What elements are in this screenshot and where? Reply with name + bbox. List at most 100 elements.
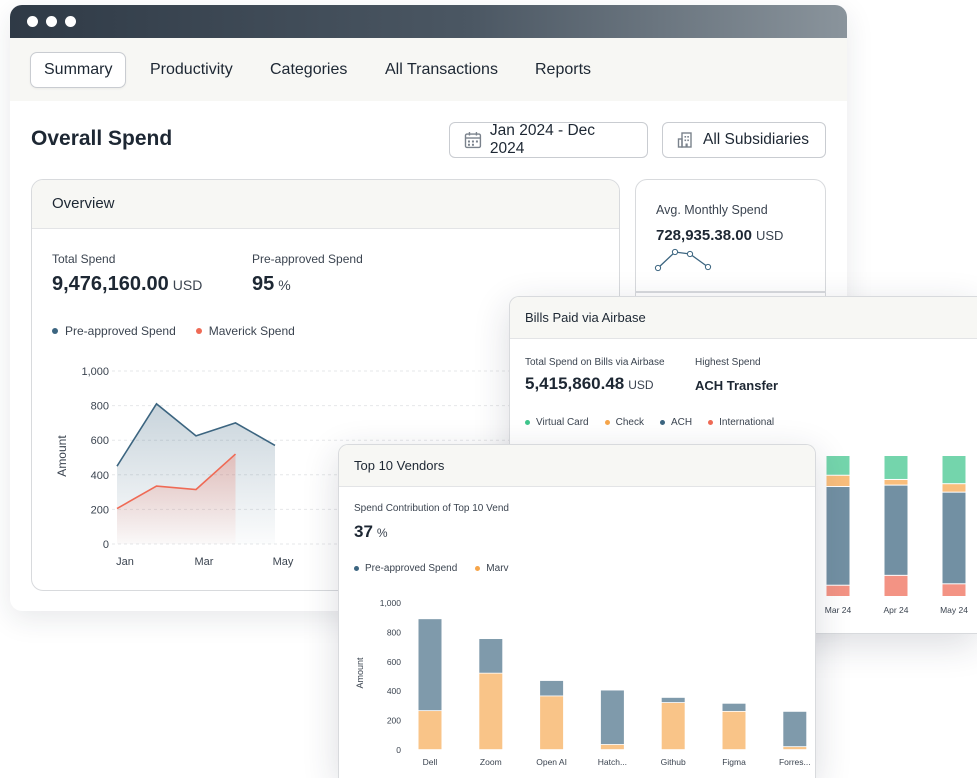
bar-segment bbox=[540, 680, 564, 696]
subsidiary-filter-button[interactable]: All Subsidiaries bbox=[662, 122, 826, 158]
overview-legend: Pre-approved Spend Maverick Spend bbox=[52, 324, 295, 338]
window-dot-minimize[interactable] bbox=[46, 16, 57, 27]
bar-segment bbox=[942, 584, 966, 596]
legend-item-preapproved[interactable]: Pre-approved Spend bbox=[354, 563, 457, 574]
x-tick-label: Dell bbox=[423, 757, 438, 767]
bar-segment bbox=[600, 690, 624, 745]
preapproved-spend-amount: 95 bbox=[252, 273, 275, 295]
tab-categories[interactable]: Categories bbox=[256, 52, 361, 88]
vendors-stacked-bar-chart: 0 200 400 600 800 1,000 Amount Dell Zoom Open AI H… bbox=[355, 598, 811, 767]
bar-segment bbox=[783, 747, 807, 750]
bar-segment bbox=[722, 703, 746, 711]
tab-summary[interactable]: Summary bbox=[30, 52, 127, 88]
bills-total-unit: USD bbox=[628, 378, 654, 392]
legend-item-international[interactable]: International bbox=[708, 417, 774, 428]
highest-spend-value: ACH Transfer bbox=[695, 378, 779, 393]
bar-segment bbox=[479, 639, 503, 673]
bills-total-label: Total Spend on Bills via Airbase bbox=[525, 357, 665, 368]
vendors-contribution-unit: % bbox=[376, 526, 388, 540]
building-icon bbox=[677, 132, 692, 148]
y-tick-label: 400 bbox=[91, 470, 109, 482]
y-tick-label: 0 bbox=[103, 539, 109, 551]
date-range-button[interactable]: Jan 2024 - Dec 2024 bbox=[449, 122, 648, 158]
legend-label: Virtual Card bbox=[536, 417, 589, 428]
y-tick-label: 0 bbox=[396, 745, 401, 755]
y-axis-label: Amount bbox=[355, 657, 365, 689]
legend-item-maverick[interactable]: Maverick Spend bbox=[195, 324, 295, 338]
bar-segment bbox=[942, 484, 966, 492]
x-tick-label: Zoom bbox=[480, 757, 502, 767]
page-title: Overall Spend bbox=[31, 127, 173, 150]
y-tick-label: 200 bbox=[91, 504, 109, 516]
bar-segment bbox=[884, 479, 908, 485]
x-tick-label: May bbox=[273, 556, 294, 568]
tab-reports[interactable]: Reports bbox=[521, 52, 605, 88]
total-spend-amount: 9,476,160.00 bbox=[52, 273, 169, 295]
highest-spend-label: Highest Spend bbox=[695, 357, 761, 368]
bar-segment bbox=[418, 619, 442, 711]
bills-total-value: 5,415,860.48 USD bbox=[525, 374, 654, 394]
avg-monthly-label: Avg. Monthly Spend bbox=[656, 203, 768, 217]
legend-label: ACH bbox=[670, 417, 693, 428]
x-tick-label: May 24 bbox=[940, 605, 968, 615]
bar-segment bbox=[942, 492, 966, 584]
legend-dot bbox=[659, 420, 665, 425]
legend-item-virtual-card[interactable]: Virtual Card bbox=[525, 417, 589, 428]
bar-segment bbox=[540, 696, 564, 750]
legend-label: Pre-approved Spend bbox=[65, 324, 176, 338]
legend-dot bbox=[525, 420, 530, 425]
y-axis-label: Amount bbox=[55, 435, 69, 477]
vendors-contribution-label: Spend Contribution of Top 10 Vend bbox=[354, 503, 509, 514]
legend-dot bbox=[604, 420, 610, 425]
legend-label: Maverick Spend bbox=[208, 324, 295, 338]
preapproved-spend-label: Pre-approved Spend bbox=[252, 252, 363, 266]
legend-item-check[interactable]: Check bbox=[604, 417, 644, 428]
y-tick-label: 800 bbox=[91, 401, 109, 413]
card-divider bbox=[636, 291, 825, 293]
legend-item-maverick[interactable]: Marv bbox=[475, 563, 509, 574]
x-tick-label: Apr 24 bbox=[883, 605, 908, 615]
bar-segment bbox=[826, 475, 850, 487]
bar-segment bbox=[661, 697, 685, 703]
legend-dot bbox=[195, 328, 202, 334]
avg-monthly-card: Avg. Monthly Spend 728,935.38.00 USD bbox=[635, 179, 826, 309]
avg-monthly-unit: USD bbox=[755, 228, 784, 243]
y-tick-label: 200 bbox=[387, 716, 401, 726]
preapproved-spend-value: 95% bbox=[252, 273, 291, 296]
bar-segment bbox=[884, 485, 908, 575]
avg-monthly-amount: 728,935.38.00 bbox=[656, 227, 752, 244]
avg-monthly-value: 728,935.38.00 USD bbox=[656, 227, 783, 244]
avg-monthly-sparkline bbox=[654, 248, 712, 272]
legend-item-preapproved[interactable]: Pre-approved Spend bbox=[52, 324, 176, 338]
total-spend-label: Total Spend bbox=[52, 252, 116, 266]
bar-segment bbox=[600, 744, 624, 750]
preapproved-spend-unit: % bbox=[278, 277, 291, 293]
x-tick-label: Hatch... bbox=[598, 757, 627, 767]
window-titlebar bbox=[10, 5, 847, 38]
y-tick-label: 400 bbox=[387, 686, 401, 696]
tab-bar: Summary Productivity Categories All Tran… bbox=[10, 38, 847, 101]
legend-dot bbox=[52, 328, 58, 334]
legend-dot bbox=[354, 566, 359, 571]
bar-segment bbox=[826, 456, 850, 475]
x-tick-label: Mar bbox=[195, 556, 214, 568]
bar-segment bbox=[479, 673, 503, 750]
legend-item-ach[interactable]: ACH bbox=[659, 417, 693, 428]
tab-productivity[interactable]: Productivity bbox=[136, 52, 247, 88]
bar-segment bbox=[942, 456, 966, 484]
window-dot-maximize[interactable] bbox=[65, 16, 76, 27]
total-spend-value: 9,476,160.00 USD bbox=[52, 273, 202, 296]
y-tick-label: 800 bbox=[387, 627, 401, 637]
legend-label: International bbox=[719, 417, 775, 428]
legend-label: Pre-approved Spend bbox=[365, 563, 458, 574]
x-tick-label: Open AI bbox=[536, 757, 567, 767]
bills-legend: Virtual Card Check ACH International bbox=[525, 417, 774, 428]
legend-dot bbox=[708, 420, 714, 425]
tab-all-transactions[interactable]: All Transactions bbox=[371, 52, 512, 88]
bar-segment bbox=[418, 711, 442, 750]
bar-segment bbox=[783, 711, 807, 747]
legend-dot bbox=[475, 566, 481, 571]
vendors-legend: Pre-approved Spend Marv bbox=[354, 563, 509, 574]
bar-segment bbox=[826, 487, 850, 585]
window-dot-close[interactable] bbox=[27, 16, 38, 27]
